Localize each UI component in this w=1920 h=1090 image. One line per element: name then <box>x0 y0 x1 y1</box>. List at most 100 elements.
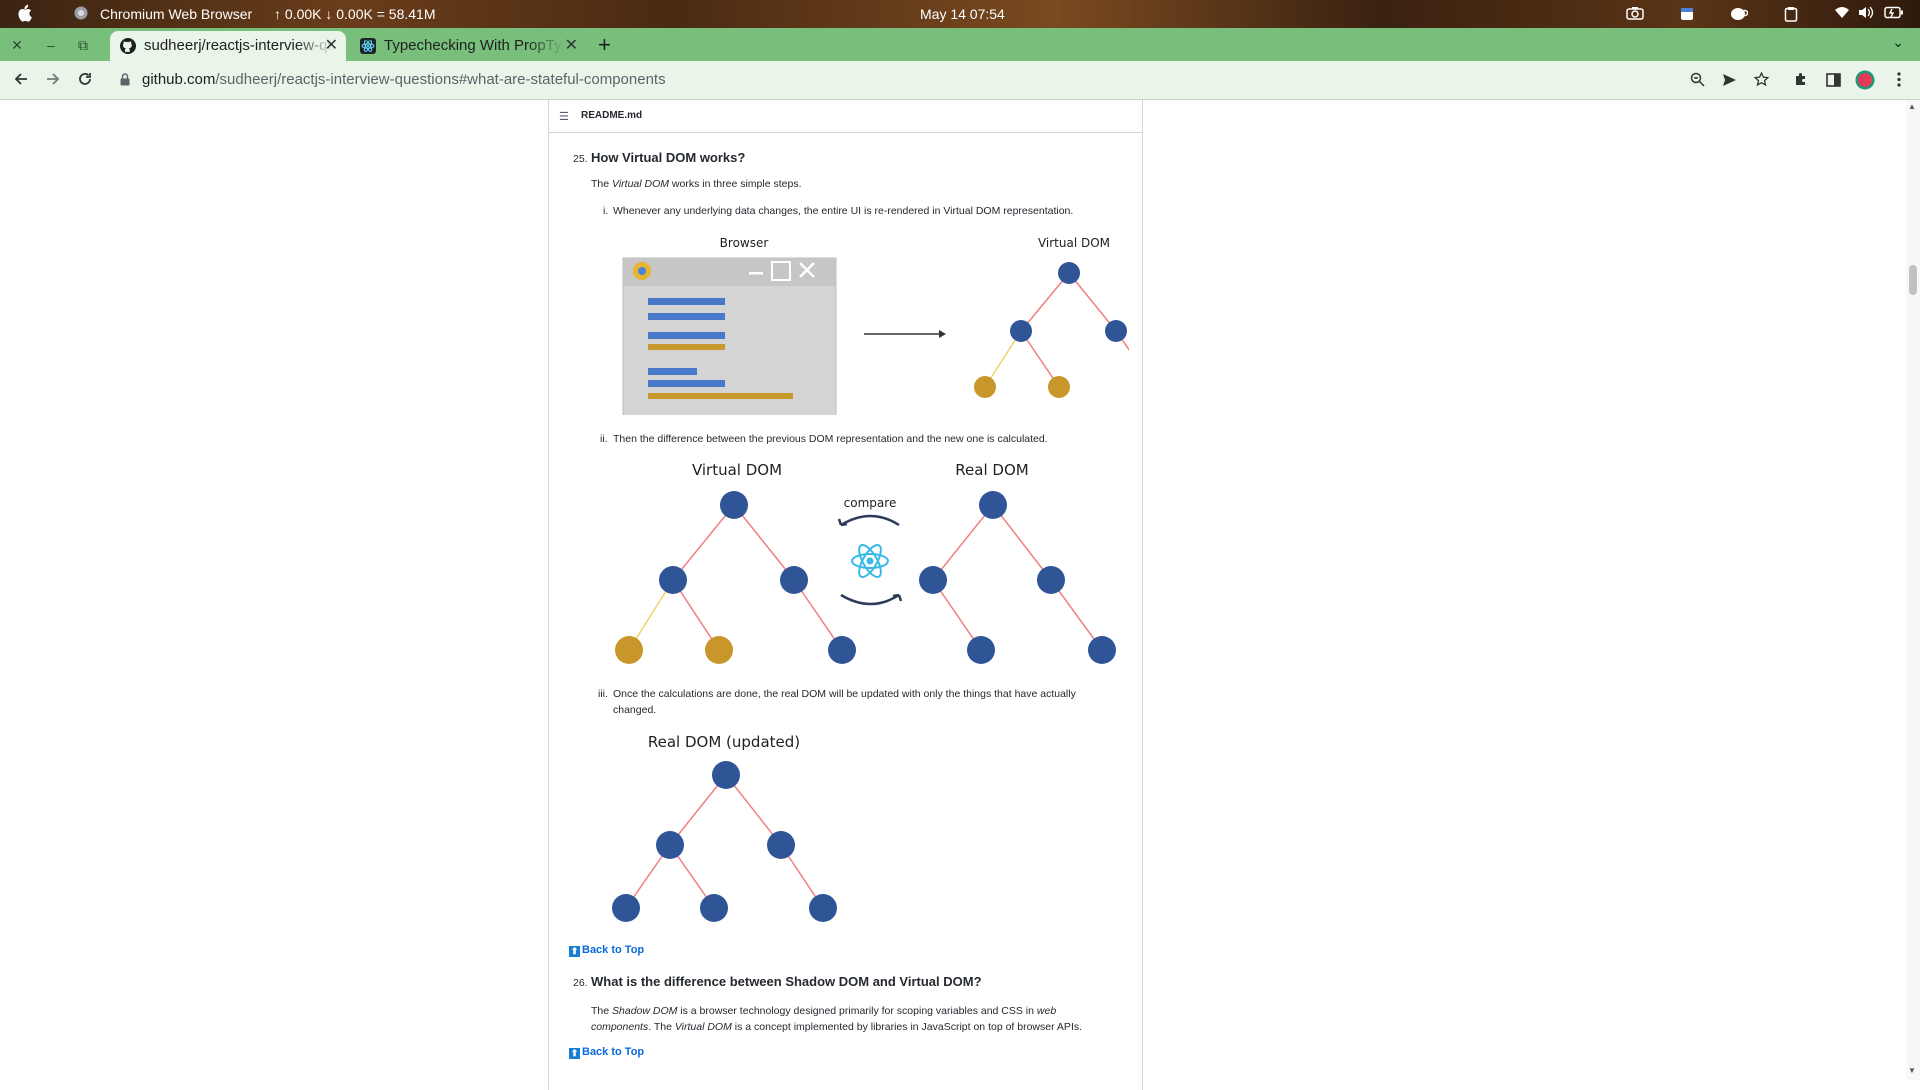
text-span: is a concept implemented by libraries in… <box>731 1021 1083 1033</box>
apple-menu-icon[interactable] <box>16 4 32 25</box>
close-tab-icon[interactable]: ✕ <box>325 35 338 55</box>
emphasis-text: Shadow DOM <box>612 1005 678 1017</box>
step-2-text: Then the difference between the previous… <box>613 433 1048 445</box>
address-bar[interactable]: github.com/sudheerj/reactjs-interview-qu… <box>110 65 1760 96</box>
browser-toolbar: github.com/sudheerj/reactjs-interview-qu… <box>0 61 1920 100</box>
calendar-icon[interactable] <box>1680 6 1694 24</box>
emphasis-text: components <box>591 1021 649 1033</box>
real-dom-updated-diagram: Real DOM (updated) <box>612 733 837 922</box>
link-text: Back to Top <box>582 944 645 956</box>
back-to-top-link[interactable]: ⬆ Back to Top <box>569 944 644 957</box>
compare-label: compare <box>844 496 897 510</box>
profile-avatar-icon[interactable] <box>1854 70 1876 92</box>
bookmark-star-icon[interactable] <box>1750 70 1772 92</box>
emphasis-text: web <box>1036 1005 1057 1017</box>
browser-to-virtual-dom-diagram: Browser Virtual DOM <box>622 236 1129 415</box>
q25-intro: The Virtual DOM works in three simple st… <box>591 178 801 190</box>
up-arrow-icon: ⬆ <box>569 1048 580 1059</box>
scroll-down-icon[interactable]: ▼ <box>1908 1066 1916 1075</box>
question-title: What is the difference between Shadow DO… <box>591 974 982 989</box>
reload-icon <box>79 73 91 85</box>
arrow-right-icon <box>864 330 946 338</box>
battery-icon[interactable] <box>1884 6 1904 22</box>
compare-dom-diagram: Virtual DOM Real DOM compare <box>615 461 1116 664</box>
close-window-icon[interactable]: ✕ <box>8 36 26 54</box>
zoom-icon[interactable] <box>1686 70 1708 92</box>
text-span: . The <box>648 1021 675 1033</box>
readme-container: ☰ README.md 25. How Virtual DOM works? T… <box>548 100 1143 1090</box>
browser-label: Browser <box>720 236 769 250</box>
virtual-dom-tree <box>974 262 1129 398</box>
emphasis-text: Virtual DOM <box>612 178 670 190</box>
url-path: /sudheerj/reactjs-interview-questions#wh… <box>215 71 666 88</box>
tab-title: sudheerj/reactjs-interview-questions <box>144 37 334 54</box>
url-domain: github.com <box>142 71 216 88</box>
page-scrollbar[interactable]: ▲ ▼ <box>1906 100 1920 1080</box>
browser-window-illustration <box>622 257 837 415</box>
app-name[interactable]: Chromium Web Browser <box>100 6 252 22</box>
back-to-top-link[interactable]: ⬆ Back to Top <box>569 1046 644 1059</box>
reload-button[interactable] <box>74 70 96 92</box>
extensions-puzzle-icon[interactable] <box>1790 70 1812 92</box>
real-dom-label: Real DOM <box>955 461 1028 479</box>
readme-file-name: README.md <box>581 110 643 121</box>
list-marker: ii. <box>600 433 608 445</box>
clock[interactable]: May 14 07:54 <box>920 6 1005 22</box>
new-tab-button[interactable]: + <box>598 32 611 58</box>
text-span: works in three simple steps. <box>669 178 802 190</box>
os-top-bar: Chromium Web Browser ↑ 0.00K ↓ 0.00K = 5… <box>0 0 1920 28</box>
scrollbar-thumb[interactable] <box>1909 265 1917 295</box>
browser-menu-icon[interactable] <box>1888 70 1910 92</box>
text-span: is a browser technology designed primari… <box>677 1005 1037 1017</box>
tab-title: Typechecking With PropTypes <box>384 37 564 54</box>
network-stats: ↑ 0.00K ↓ 0.00K = 58.41M <box>274 6 436 22</box>
text-span: The <box>591 1005 613 1017</box>
screenshot-icon[interactable] <box>1626 6 1644 23</box>
virtual-dom-label: Virtual DOM <box>1038 236 1110 250</box>
table-of-contents-icon[interactable]: ☰ <box>559 110 569 123</box>
list-marker: i. <box>603 205 609 217</box>
emphasis-text: Virtual DOM <box>674 1021 732 1033</box>
question-number: 25. <box>573 153 588 165</box>
virtual-dom-label: Virtual DOM <box>692 461 782 479</box>
tab-strip: ✕ – ⧉ sudheerj/reactjs-interview-questio… <box>0 28 1920 61</box>
page-content: ☰ README.md 25. How Virtual DOM works? T… <box>0 100 1920 1090</box>
q26-paragraph-line-1: The Shadow DOM is a browser technology d… <box>591 1005 1056 1017</box>
side-panel-icon[interactable] <box>1822 70 1844 92</box>
real-dom-updated-label: Real DOM (updated) <box>648 733 800 751</box>
chromium-app-icon <box>74 6 88 23</box>
real-dom-updated-tree <box>612 761 837 922</box>
tab-reactjs-interview-questions[interactable]: sudheerj/reactjs-interview-questions ✕ <box>110 31 346 61</box>
back-arrow-icon <box>14 73 27 85</box>
wifi-icon[interactable] <box>1834 6 1850 22</box>
coffee-icon[interactable] <box>1730 6 1749 24</box>
volume-icon[interactable] <box>1858 6 1874 22</box>
tab-typechecking-with-proptypes[interactable]: Typechecking With PropTypes ✕ <box>350 31 586 61</box>
restore-window-icon[interactable]: ⧉ <box>74 36 92 54</box>
react-compare-icon <box>837 514 903 606</box>
back-button[interactable] <box>10 70 32 92</box>
scroll-up-icon[interactable]: ▲ <box>1908 102 1916 111</box>
text-span: The <box>591 178 613 190</box>
minimize-window-icon[interactable]: – <box>42 36 60 54</box>
clipboard-icon[interactable] <box>1784 6 1798 25</box>
forward-button[interactable] <box>42 70 64 92</box>
forward-arrow-icon <box>47 73 60 85</box>
send-icon[interactable] <box>1718 70 1740 92</box>
link-text: Back to Top <box>582 1046 645 1058</box>
question-number: 26. <box>573 977 588 989</box>
step-3-text-line-2: changed. <box>613 704 657 716</box>
real-dom-tree <box>919 491 1116 664</box>
lock-icon[interactable] <box>120 73 130 87</box>
q26-paragraph-line-2: components. The Virtual DOM is a concept… <box>591 1021 1082 1033</box>
github-icon <box>120 38 136 54</box>
step-1-text: Whenever any underlying data changes, th… <box>613 205 1074 217</box>
react-icon <box>360 38 376 54</box>
list-marker: iii. <box>598 688 608 700</box>
virtual-dom-tree <box>615 491 856 664</box>
url-text[interactable]: github.com/sudheerj/reactjs-interview-qu… <box>142 71 666 88</box>
question-title: How Virtual DOM works? <box>591 150 746 165</box>
close-tab-icon[interactable]: ✕ <box>565 35 578 55</box>
readme-header: ☰ README.md <box>549 100 1142 133</box>
tab-search-chevron-icon[interactable]: ⌄ <box>1892 34 1904 51</box>
